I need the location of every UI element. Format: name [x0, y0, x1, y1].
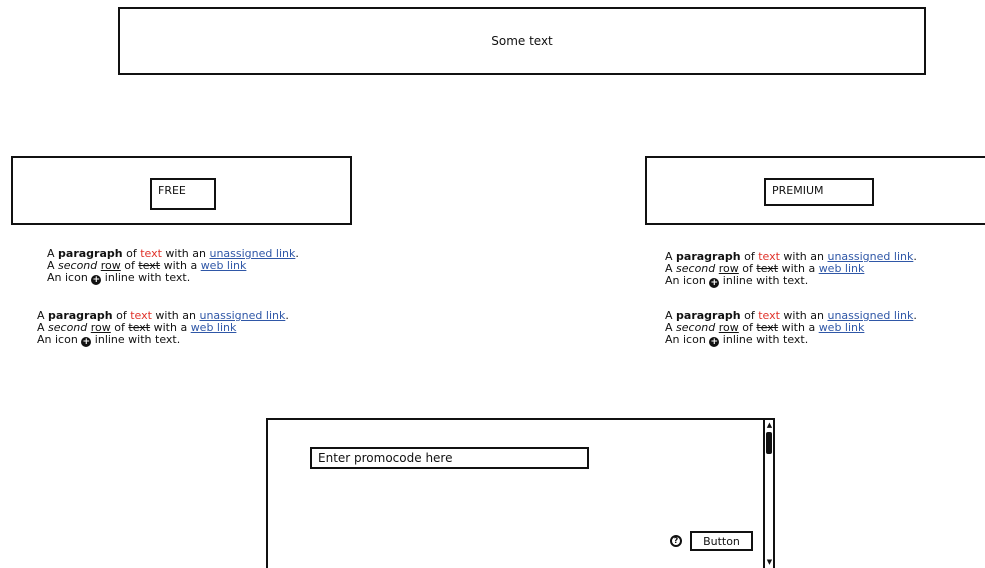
premium-paragraph-2: A paragraph of text with an unassigned l… — [665, 310, 917, 347]
scroll-up-arrow-icon[interactable]: ▲ — [766, 421, 773, 429]
paragraph-line-3: An icon + inline with text. — [37, 333, 181, 347]
scroll-down-arrow-icon[interactable]: ▼ — [766, 558, 773, 566]
free-label: FREE — [150, 178, 216, 210]
plus-circle-icon: + — [709, 278, 720, 288]
help-icon[interactable]: ? — [670, 535, 682, 547]
free-paragraph-1: A paragraph of text with an unassigned l… — [47, 248, 299, 285]
promo-scrollbar[interactable]: ▲ ▼ — [763, 418, 775, 568]
web-link[interactable]: web link — [819, 321, 865, 334]
plus-circle-icon: + — [81, 337, 92, 347]
free-paragraph-2: A paragraph of text with an unassigned l… — [37, 310, 289, 347]
scroll-thumb[interactable] — [766, 432, 772, 454]
plus-circle-icon: + — [709, 337, 720, 347]
banner-text: Some text — [491, 34, 553, 48]
web-link[interactable]: web link — [191, 321, 237, 334]
plus-circle-icon: + — [91, 275, 102, 285]
promocode-input[interactable] — [310, 447, 589, 469]
web-link[interactable]: web link — [819, 262, 865, 275]
paragraph-line-3: An icon + inline with text. — [665, 333, 809, 347]
promo-panel — [266, 418, 763, 568]
premium-card: PREMIUM — [645, 156, 985, 225]
premium-paragraph-1: A paragraph of text with an unassigned l… — [665, 251, 917, 288]
paragraph-line-3: An icon + inline with text. — [47, 271, 191, 285]
promo-submit-button[interactable]: Button — [690, 531, 753, 551]
free-card: FREE — [11, 156, 352, 225]
web-link[interactable]: web link — [201, 259, 247, 272]
paragraph-line-3: An icon + inline with text. — [665, 274, 809, 288]
top-banner: Some text — [118, 7, 926, 75]
premium-label: PREMIUM — [764, 178, 874, 206]
